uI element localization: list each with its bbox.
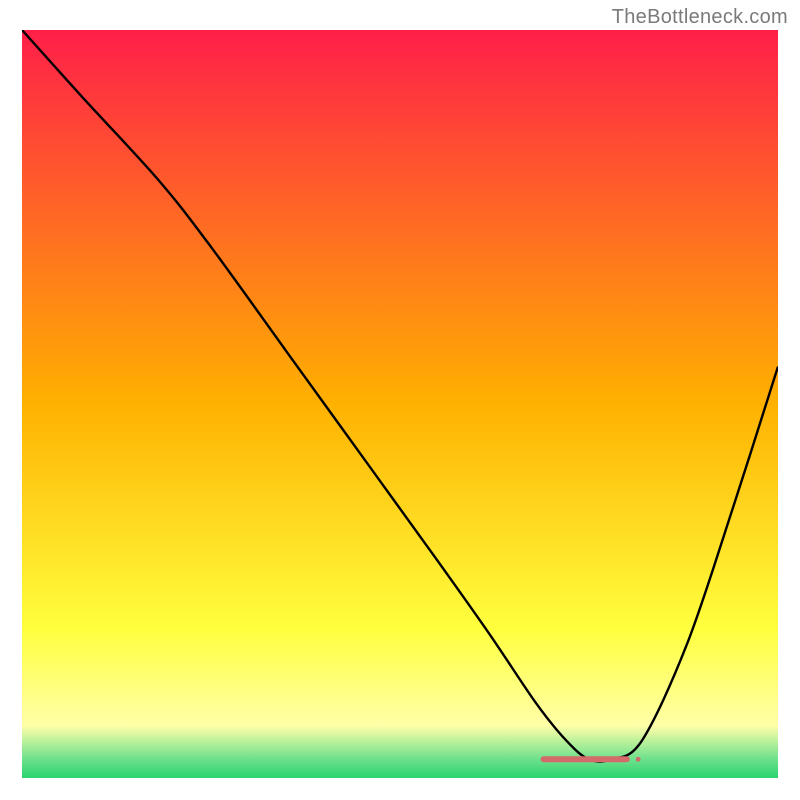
watermark-text: TheBottleneck.com <box>612 6 788 29</box>
bottleneck-chart <box>22 30 778 778</box>
minimum-marker-dot <box>636 757 641 762</box>
gradient-background <box>22 30 778 778</box>
